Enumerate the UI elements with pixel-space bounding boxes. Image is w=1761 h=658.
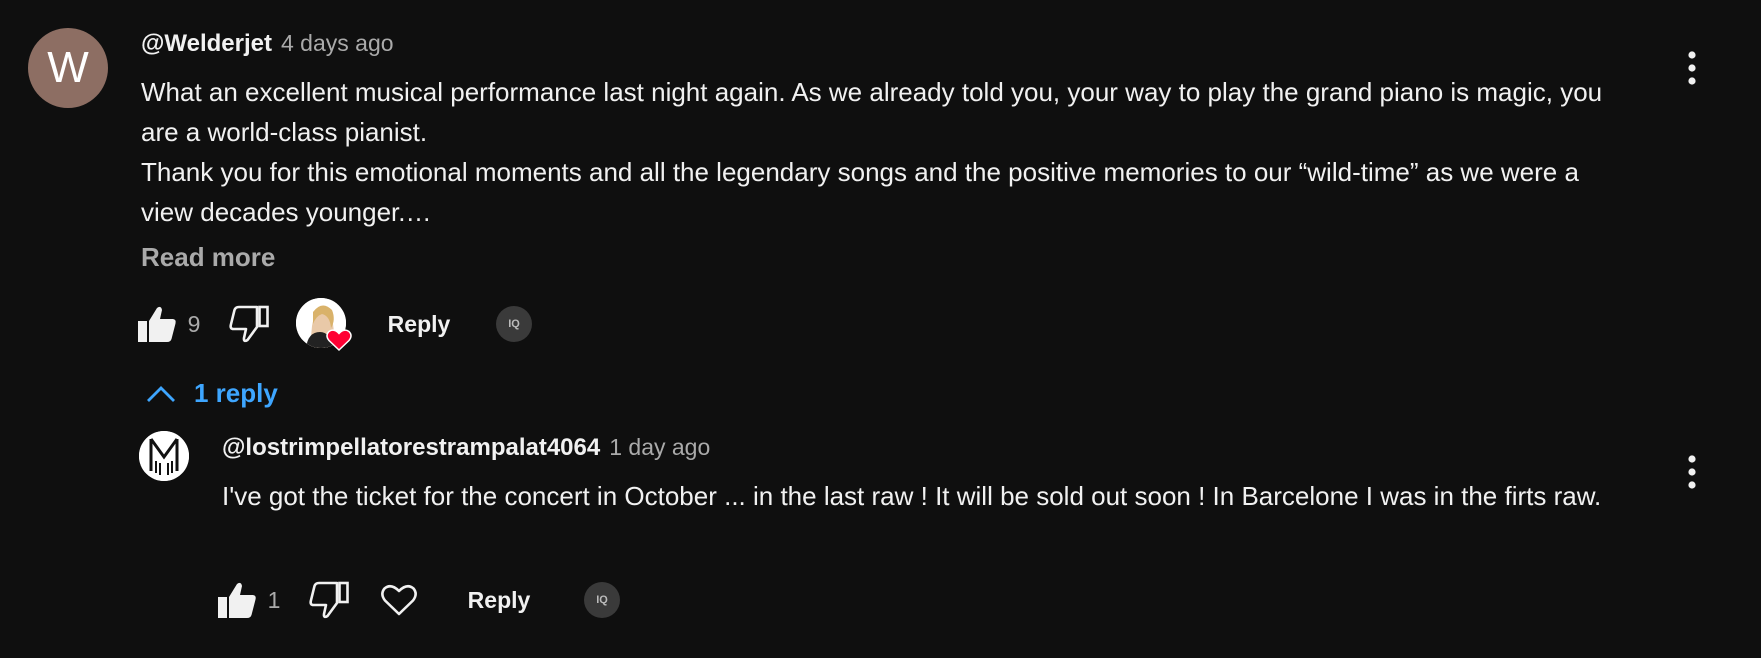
extension-badge: IQ <box>584 582 620 618</box>
reply-author[interactable]: @lostrimpellatorestrampalat4064 <box>222 434 600 462</box>
replies-toggle[interactable]: 1 reply <box>146 378 278 409</box>
comment-toolbar: 9 Reply IQ <box>136 298 556 352</box>
thumbs-down-icon <box>229 305 269 343</box>
vertical-ellipsis-icon <box>1688 455 1696 489</box>
heart-icon <box>326 329 352 352</box>
extension-badge: IQ <box>496 306 532 342</box>
comment-author[interactable]: @Welderjet <box>141 30 272 58</box>
thumbs-up-icon <box>138 306 176 342</box>
thumbs-up-icon <box>218 582 256 618</box>
like-button[interactable] <box>136 298 178 350</box>
extension-button[interactable]: IQ <box>494 298 534 350</box>
avatar-letter: W <box>47 43 89 92</box>
reply-time[interactable]: 1 day ago <box>609 434 710 461</box>
heart-outline-icon <box>381 584 417 616</box>
comment-time[interactable]: 4 days ago <box>281 30 394 57</box>
reply-avatar-logo <box>139 431 189 481</box>
reply-extension-button[interactable]: IQ <box>582 574 622 626</box>
read-more-link[interactable]: Read more <box>141 242 275 273</box>
comment-body: What an excellent musical performance la… <box>141 72 1611 232</box>
reply-dislike-button[interactable] <box>308 574 350 626</box>
thumbs-down-icon <box>309 581 349 619</box>
reply-like-count: 1 <box>267 586 281 613</box>
reply-body: I've got the ticket for the concert in O… <box>222 476 1662 516</box>
reply-reply-button[interactable]: Reply <box>454 574 544 626</box>
replies-count-label: 1 reply <box>194 378 278 408</box>
comment-paragraph: Thank you for this emotional moments and… <box>141 157 1579 227</box>
reply-heart-button[interactable] <box>378 574 420 626</box>
comment-header: @Welderjet 4 days ago <box>141 30 394 58</box>
comment-paragraph: What an excellent musical performance la… <box>141 77 1603 147</box>
reply-more-button[interactable] <box>1672 452 1712 492</box>
reply-button[interactable]: Reply <box>374 298 464 350</box>
reply-text: I've got the ticket for the concert in O… <box>222 481 1602 511</box>
reply-toolbar: 1 Reply IQ <box>216 574 636 626</box>
comments-section: W @Welderjet 4 days ago What an excellen… <box>0 0 1761 658</box>
comment-more-button[interactable] <box>1672 48 1712 88</box>
chevron-up-icon <box>147 385 175 402</box>
like-count: 9 <box>187 310 201 337</box>
commenter-avatar[interactable]: W <box>28 28 108 108</box>
creator-heart <box>294 298 352 352</box>
reply-header: @lostrimpellatorestrampalat4064 1 day ag… <box>222 434 710 462</box>
reply-like-button[interactable] <box>216 574 258 626</box>
reply-avatar[interactable] <box>139 431 189 481</box>
dislike-button[interactable] <box>228 298 270 350</box>
vertical-ellipsis-icon <box>1688 51 1696 85</box>
